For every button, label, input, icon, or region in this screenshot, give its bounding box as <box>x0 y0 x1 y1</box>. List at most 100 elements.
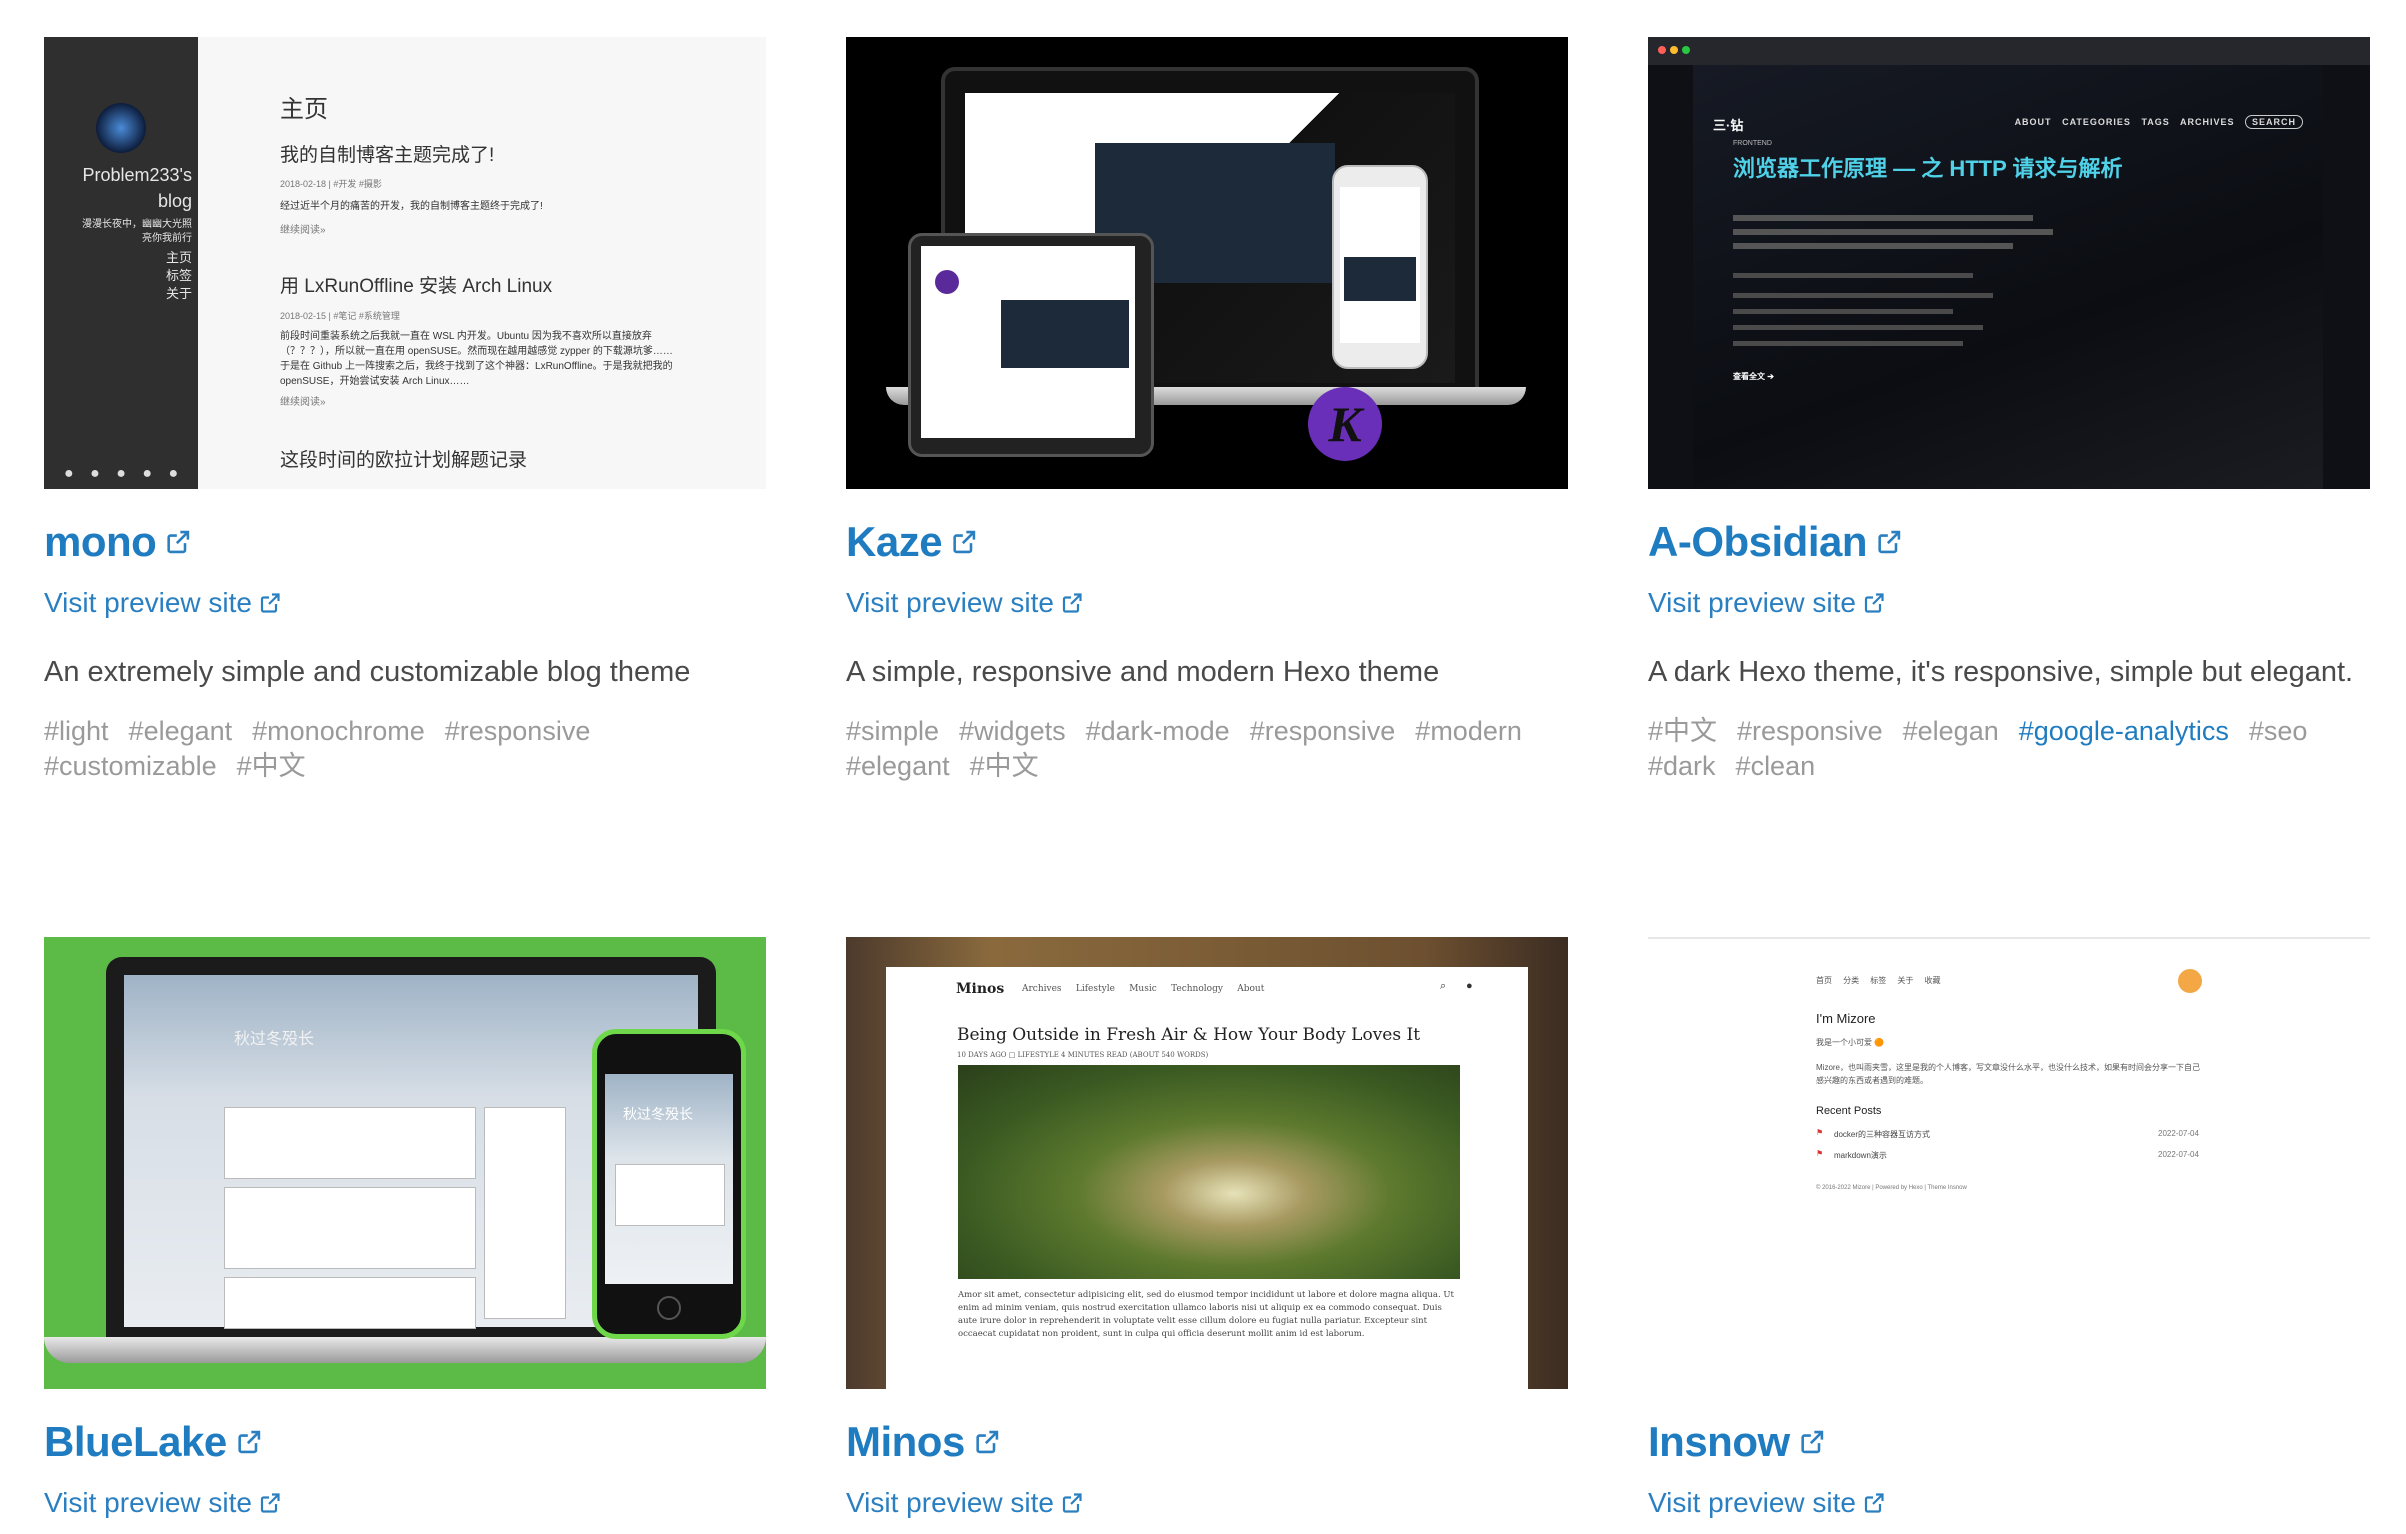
tag-highlighted[interactable]: #google-analytics <box>2019 714 2229 749</box>
theme-preview-image[interactable]: Problem233's blog 漫漫长夜中，幽幽大光照 亮你我前行 主页 标… <box>44 37 766 489</box>
theme-name-link[interactable]: Kaze <box>846 518 943 566</box>
tag-list: #light #elegant #monochrome #responsive #cus… <box>44 714 766 784</box>
tag[interactable]: #中文 <box>1648 714 1717 749</box>
theme-name-link[interactable]: Insnow <box>1648 1418 1790 1466</box>
read-more-link[interactable]: 继续阅读» <box>280 393 326 408</box>
visit-preview-link[interactable]: Visit preview site <box>44 1487 252 1519</box>
theme-preview-image[interactable]: 秋过冬殁长 秋过冬殁长 <box>44 937 766 1389</box>
nav-item[interactable]: 收藏 <box>1925 976 1941 985</box>
text-line <box>1733 309 1953 314</box>
tag[interactable]: #elegant <box>129 714 233 749</box>
tag[interactable]: #elegan <box>1903 714 1999 749</box>
brand-logo[interactable]: 三·钻 <box>1713 115 1743 134</box>
post-title: 我的自制博客主题完成了! <box>280 145 495 166</box>
theme-name-link[interactable]: Minos <box>846 1418 965 1466</box>
page-heading: 主页 <box>280 96 328 123</box>
recent-posts-heading: Recent Posts <box>1816 1105 1882 1117</box>
tag[interactable]: #clean <box>1736 749 1816 784</box>
external-link-icon <box>1798 1428 1826 1456</box>
theme-name-link[interactable]: A-Obsidian <box>1648 518 1868 566</box>
site-logo[interactable]: Minos <box>956 981 1004 997</box>
external-link-icon <box>164 528 192 556</box>
read-more-link[interactable]: 查看全文 ➔ <box>1733 371 1774 382</box>
nav-item[interactable]: TAGS <box>2141 117 2169 127</box>
nav-item[interactable]: 分类 <box>1843 976 1859 985</box>
nav-item[interactable]: 标签 <box>1870 976 1886 985</box>
theme-preview-image[interactable]: 首页 分类 标签 关于 收藏 I'm Mizore 我是一个小可爱 🟠 Mizo… <box>1648 937 2370 1389</box>
external-link-icon <box>1862 1491 1886 1515</box>
tagline: 漫漫长夜中，幽幽大光照 <box>82 219 192 230</box>
text-line <box>1733 215 2033 221</box>
theme-description: A dark Hexo theme, it's responsive, simp… <box>1648 656 2354 688</box>
tag[interactable]: #simple <box>846 714 939 749</box>
theme-name-link[interactable]: mono <box>44 518 157 566</box>
visit-preview-link[interactable]: Visit preview site <box>1648 1487 1856 1519</box>
browser-chrome <box>1648 37 2370 65</box>
github-icon[interactable]: ● <box>1466 980 1473 992</box>
avatar <box>96 103 146 153</box>
nav-item[interactable]: About <box>1237 984 1264 994</box>
nav-item[interactable]: Lifestyle <box>1076 984 1115 994</box>
recent-post-link[interactable]: markdown演示 <box>1834 1150 1887 1161</box>
text-line <box>1733 229 2053 235</box>
intro-text: Mizore，也叫雨夹雪，这里是我的个人博客，写文章没什么水平，也没什么技术，如… <box>1816 1063 2200 1085</box>
tag[interactable]: #中文 <box>970 749 1039 784</box>
search-icon[interactable]: ⌕ <box>1440 980 1446 993</box>
theme-preview-image[interactable]: 三·钻 ABOUT CATEGORIES TAGS ARCHIVES SEARC… <box>1648 37 2370 489</box>
subtitle: 我是一个小可爱 🟠 <box>1816 1038 1885 1047</box>
text-line <box>1733 273 1973 278</box>
nav-item[interactable]: 主页 <box>166 249 192 267</box>
site-window: Minos Archives Lifestyle Music Technolog… <box>886 967 1528 1389</box>
phone-frame <box>1332 165 1428 369</box>
search-button[interactable]: SEARCH <box>2244 115 2303 129</box>
post-excerpt: 经过近半个月的痛苦的开发，我的自制博客主题终于完成了! <box>280 201 543 212</box>
nav-item[interactable]: 标签 <box>166 267 192 285</box>
nav-item[interactable]: ARCHIVES <box>2180 117 2235 127</box>
nav-item[interactable]: 关于 <box>166 285 192 303</box>
tag[interactable]: #monochrome <box>252 714 425 749</box>
nav-item[interactable]: CATEGORIES <box>2062 117 2131 127</box>
recent-post-link[interactable]: docker的三种容器互访方式 <box>1834 1129 1930 1140</box>
theme-preview-image[interactable]: K <box>846 37 1568 489</box>
theme-name-link[interactable]: BlueLake <box>44 1418 227 1466</box>
external-link-icon <box>1875 528 1903 556</box>
phone-screen <box>1340 187 1420 343</box>
tag[interactable]: #modern <box>1415 714 1522 749</box>
tag[interactable]: #widgets <box>959 714 1066 749</box>
tag[interactable]: #dark-mode <box>1086 714 1230 749</box>
tag[interactable]: #responsive <box>1250 714 1396 749</box>
nav-item[interactable]: 首页 <box>1816 976 1832 985</box>
post-card <box>224 1277 476 1329</box>
tag[interactable]: #customizable <box>44 749 217 784</box>
theme-description: A simple, responsive and modern Hexo the… <box>846 656 1440 688</box>
tag[interactable]: #dark <box>1648 749 1716 784</box>
tag-list: #simple #widgets #dark-mode #responsive #mod… <box>846 714 1568 784</box>
visit-preview-link[interactable]: Visit preview site <box>44 587 252 619</box>
external-link-icon <box>1862 591 1886 615</box>
nav-item[interactable]: 关于 <box>1897 976 1913 985</box>
visit-preview-link[interactable]: Visit preview site <box>846 587 1054 619</box>
mono-main: 主页 我的自制博客主题完成了! 2018-02-18 | #开发 #摄影 经过近… <box>198 37 766 489</box>
banner-text: 秋过冬殁长 <box>234 1029 315 1048</box>
nav-item[interactable]: ABOUT <box>2015 117 2052 127</box>
read-more-link[interactable]: 继续阅读» <box>280 221 326 236</box>
tag[interactable]: #中文 <box>237 749 306 784</box>
theme-preview-image[interactable]: Minos Archives Lifestyle Music Technolog… <box>846 937 1568 1389</box>
visit-preview-link[interactable]: Visit preview site <box>846 1487 1054 1519</box>
visit-preview-link[interactable]: Visit preview site <box>1648 587 1856 619</box>
post-headline: 浏览器工作原理 — 之 HTTP 请求与解析 <box>1733 156 2123 181</box>
tag[interactable]: #elegant <box>846 749 950 784</box>
nav-item[interactable]: Music <box>1129 984 1157 994</box>
tag[interactable]: #light <box>44 714 109 749</box>
nav-item[interactable]: Archives <box>1022 984 1062 994</box>
tag[interactable]: #responsive <box>445 714 591 749</box>
top-nav: Archives Lifestyle Music Technology Abou… <box>1022 984 1264 994</box>
tag[interactable]: #seo <box>2249 714 2308 749</box>
tag[interactable]: #responsive <box>1737 714 1883 749</box>
preview-background <box>1648 937 2370 1389</box>
nav-item[interactable]: Technology <box>1171 984 1223 994</box>
top-nav: ABOUT CATEGORIES TAGS ARCHIVES SEARCH <box>2015 115 2303 129</box>
post-excerpt: Amor sit amet, consectetur adipisicing e… <box>958 1290 1454 1339</box>
avatar[interactable] <box>2178 969 2202 993</box>
banner-text: 秋过冬殁长 <box>623 1107 693 1123</box>
